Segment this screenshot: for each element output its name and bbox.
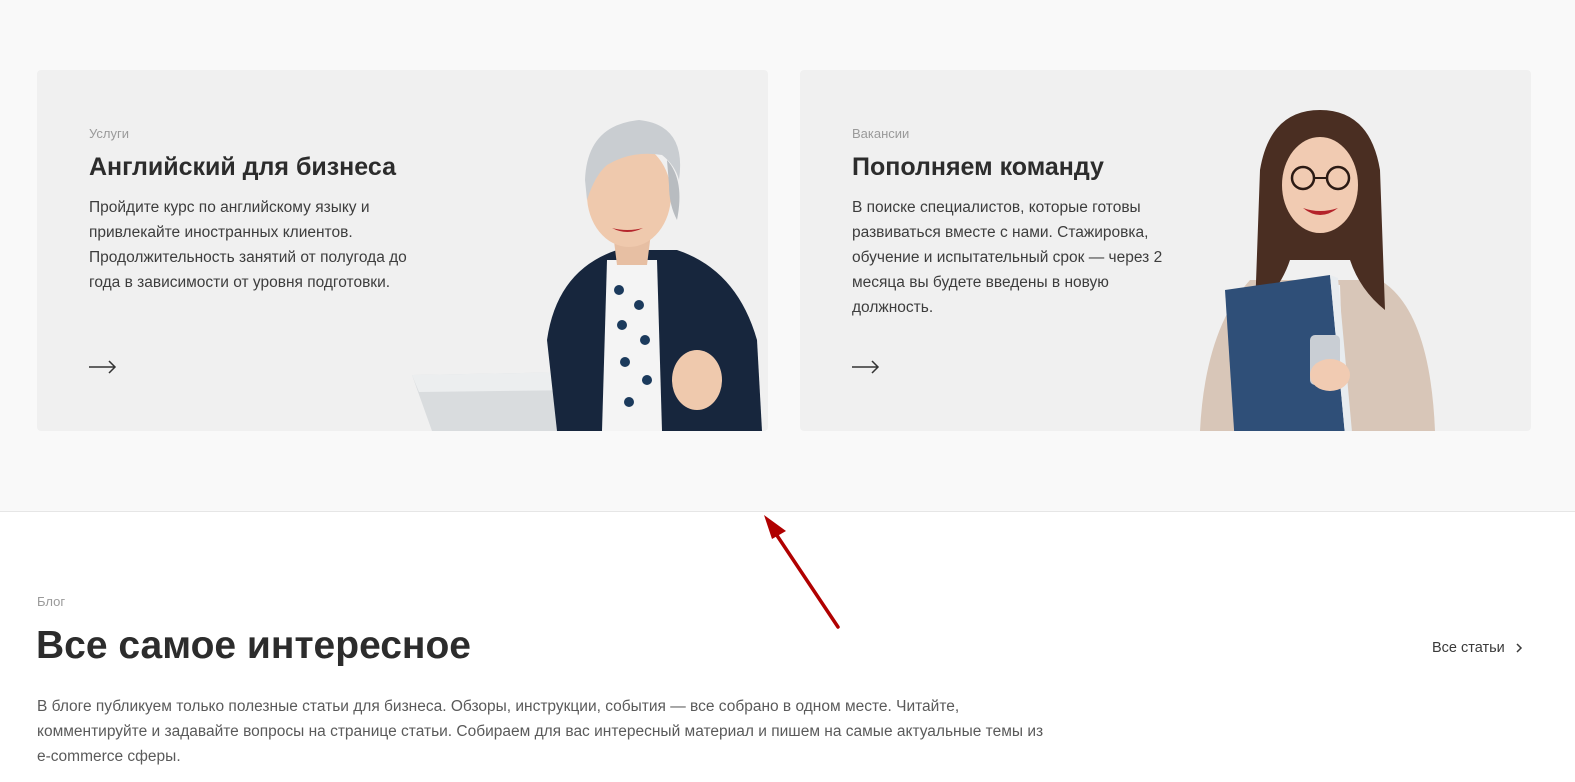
blog-title: Все самое интересное xyxy=(36,624,471,667)
arrow-right-icon[interactable] xyxy=(852,360,880,374)
card-description: Пройдите курс по английскому языку и при… xyxy=(89,199,407,291)
card-eyebrow: Вакансии xyxy=(852,126,910,141)
blog-description: В блоге публикуем только полезные статьи… xyxy=(37,698,1044,765)
all-articles-link[interactable]: Все статьи xyxy=(1432,640,1523,656)
red-annotation-arrow-icon xyxy=(764,515,840,629)
chevron-right-icon[interactable] xyxy=(1515,643,1523,653)
card-description: В поиске специалистов, которые готовы ра… xyxy=(852,199,1163,316)
woman-with-folder-photo xyxy=(1200,110,1435,431)
all-articles-label[interactable]: Все статьи xyxy=(1432,640,1505,656)
blog-eyebrow: Блог xyxy=(37,594,66,609)
card-eyebrow: Услуги xyxy=(89,126,129,141)
card-title[interactable]: Пополняем команду xyxy=(852,153,1104,182)
card-title[interactable]: Английский для бизнеса xyxy=(89,153,396,182)
arrow-right-icon[interactable] xyxy=(89,360,117,374)
card-vacancies[interactable]: Вакансии Пополняем команду В поиске спец… xyxy=(800,70,1531,431)
card-business-english[interactable]: Услуги Английский для бизнеса Пройдите к… xyxy=(37,70,768,431)
services-section: Услуги Английский для бизнеса Пройдите к… xyxy=(0,0,1575,512)
businesswoman-laptop-photo xyxy=(412,120,762,431)
